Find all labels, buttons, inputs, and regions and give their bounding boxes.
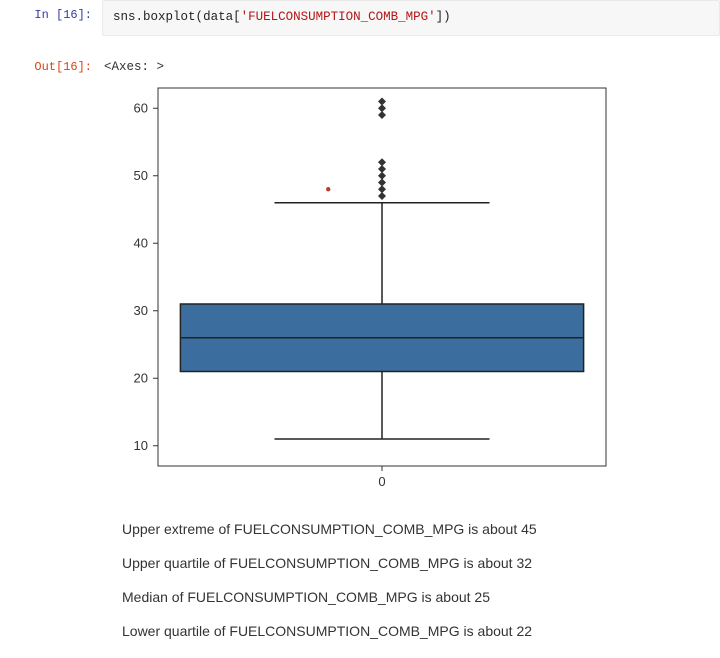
code-token: )	[443, 10, 451, 24]
code-token: [	[233, 10, 241, 24]
svg-text:60: 60	[134, 100, 148, 115]
code-token: (	[196, 10, 204, 24]
code-cell[interactable]: sns.boxplot(data['FUELCONSUMPTION_COMB_M…	[102, 0, 720, 36]
svg-text:50: 50	[134, 167, 148, 182]
chart-output: 10 20 30 40 50 60 0	[0, 74, 720, 495]
input-prompt: In [16]:	[0, 0, 102, 36]
output-prompt: Out[16]:	[0, 52, 102, 74]
annotation-line: Upper quartile of FUELCONSUMPTION_COMB_M…	[122, 555, 720, 571]
annotation-line: Lower quartile of FUELCONSUMPTION_COMB_M…	[122, 623, 720, 639]
svg-text:10: 10	[134, 437, 148, 452]
output-text: <Axes: >	[102, 52, 720, 74]
annotation-line: Upper extreme of FUELCONSUMPTION_COMB_MP…	[122, 521, 720, 537]
svg-text:20: 20	[134, 370, 148, 385]
input-cell: In [16]: sns.boxplot(data['FUELCONSUMPTI…	[0, 0, 720, 36]
svg-text:40: 40	[134, 235, 148, 250]
code-token: boxplot	[143, 10, 196, 24]
code-token: .	[136, 10, 144, 24]
annotation-line: Median of FUELCONSUMPTION_COMB_MPG is ab…	[122, 589, 720, 605]
code-token: data	[203, 10, 233, 24]
annotations-block: Upper extreme of FUELCONSUMPTION_COMB_MP…	[0, 495, 720, 639]
svg-text:0: 0	[378, 474, 385, 488]
boxplot-chart: 10 20 30 40 50 60 0	[102, 78, 622, 488]
code-token: sns	[113, 10, 136, 24]
output-cell: Out[16]: <Axes: >	[0, 52, 720, 74]
svg-text:30: 30	[134, 302, 148, 317]
code-token: 'FUELCONSUMPTION_COMB_MPG'	[241, 10, 436, 24]
